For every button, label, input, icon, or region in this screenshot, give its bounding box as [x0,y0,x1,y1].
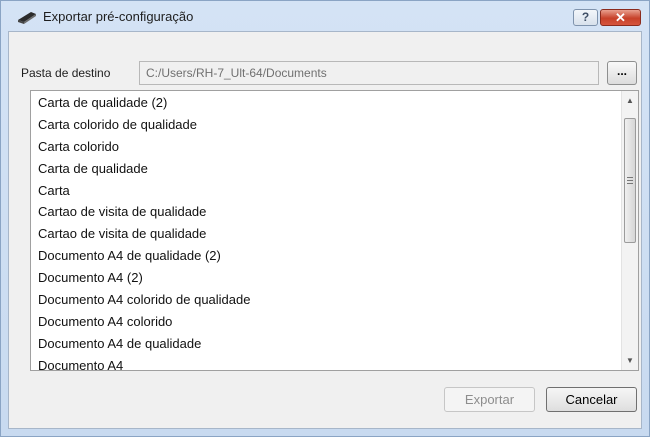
preset-list-item[interactable]: Carta de qualidade [31,158,617,180]
preset-list-scrollbar[interactable]: ▲ ▼ [621,91,638,370]
preset-list-item[interactable]: Documento A4 (2) [31,267,617,289]
preset-list-item[interactable]: Documento A4 colorido de qualidade [31,289,617,311]
preset-list-item[interactable]: Carta de qualidade (2) [31,92,617,114]
preset-list-item[interactable]: Documento A4 [31,355,617,370]
preset-list-item[interactable]: Carta colorido [31,136,617,158]
scrollbar-grip-icon [627,177,633,184]
export-button[interactable]: Exportar [444,387,535,412]
preset-list-item[interactable]: Carta [31,180,617,202]
close-button[interactable]: ✕ [600,9,641,26]
preset-list-item[interactable]: Documento A4 colorido [31,311,617,333]
preset-list-item[interactable]: Cartao de visita de qualidade [31,223,617,245]
preset-list-items: Carta de qualidade (2) Carta colorido de … [31,92,617,370]
scroll-up-arrow-icon[interactable]: ▲ [622,92,638,109]
browse-folder-button[interactable]: ... [607,61,637,85]
preset-list-item[interactable]: Documento A4 de qualidade [31,333,617,355]
export-preset-dialog: Exportar pré-configuração ? ✕ Pasta de d… [0,0,650,437]
preset-list-item[interactable]: Cartao de visita de qualidade [31,201,617,223]
scroll-down-arrow-icon[interactable]: ▼ [622,352,638,369]
help-button[interactable]: ? [573,9,598,26]
scrollbar-thumb[interactable] [624,118,636,243]
destination-folder-label: Pasta de destino [21,66,111,80]
dialog-title: Exportar pré-configuração [43,9,194,24]
scanner-icon [18,12,36,24]
destination-folder-field[interactable]: C:/Users/RH-7_Ult-64/Documents [139,61,599,85]
cancel-button[interactable]: Cancelar [546,387,637,412]
preset-list-item[interactable]: Carta colorido de qualidade [31,114,617,136]
preset-list-item[interactable]: Documento A4 de qualidade (2) [31,245,617,267]
title-bar[interactable]: Exportar pré-configuração ? ✕ [1,1,649,33]
preset-list[interactable]: Carta de qualidade (2) Carta colorido de … [30,90,639,371]
